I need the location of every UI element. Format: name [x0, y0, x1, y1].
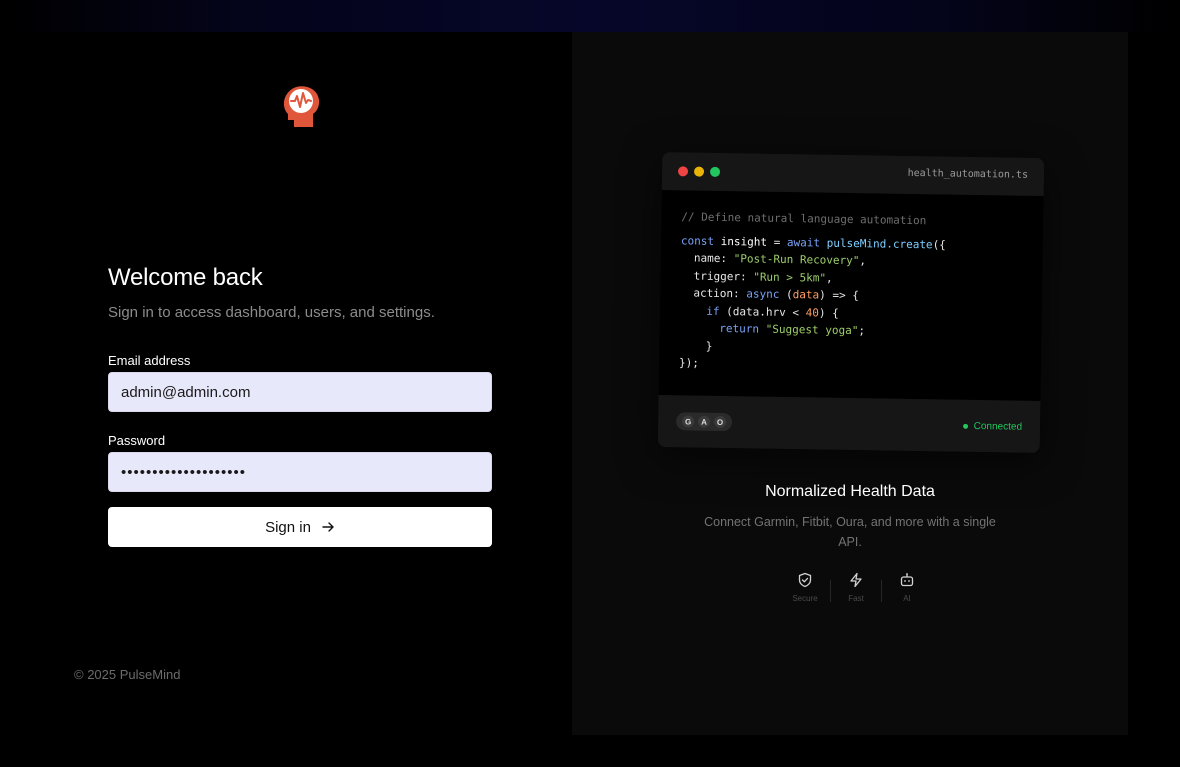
feature-label: Fast [848, 594, 864, 603]
window-maximize-dot [709, 166, 721, 177]
email-field[interactable] [108, 372, 492, 412]
code-card-header: health_automation.ts [661, 152, 1045, 197]
copyright-text: © 2025 PulseMind [74, 667, 181, 682]
code-filename: health_automation.ts [907, 167, 1029, 181]
code-preview-card: health_automation.ts // Define natural l… [657, 152, 1045, 453]
showcase-description: Connect Garmin, Fitbit, Oura, and more w… [704, 515, 996, 549]
lightning-icon [850, 572, 862, 588]
page-title: Welcome back [108, 264, 263, 291]
password-field[interactable] [108, 452, 492, 492]
top-gradient-bar [0, 0, 1180, 32]
email-label: Email address [108, 353, 191, 368]
feature-ai: AI [882, 572, 932, 603]
showcase-panel: health_automation.ts // Define natural l… [572, 32, 1128, 735]
status-dot-icon [962, 423, 968, 429]
bot-icon [900, 573, 914, 587]
connection-status: Connected [962, 420, 1023, 433]
arrow-right-icon [322, 522, 334, 532]
login-panel: Welcome back Sign in to access dashboard… [0, 32, 572, 735]
feature-label: AI [903, 594, 911, 603]
status-label: Connected [973, 420, 1023, 433]
password-label: Password [108, 433, 166, 448]
avatar: O [714, 415, 727, 429]
feature-label: Secure [792, 594, 818, 603]
code-snippet: // Define natural language automation con… [658, 190, 1044, 401]
integration-avatars: G A O [675, 412, 733, 432]
window-close-dot [677, 166, 689, 177]
feature-secure: Secure [780, 572, 830, 603]
code-card-footer: G A O Connected [657, 394, 1041, 453]
window-minimize-dot [693, 166, 705, 177]
shield-check-icon [798, 572, 812, 588]
sign-in-button[interactable]: Sign in [108, 507, 492, 547]
showcase-title: Normalized Health Data [765, 483, 935, 500]
pulsemind-logo-icon [283, 86, 320, 127]
code-comment: // Define natural language automation [681, 210, 927, 228]
avatar: G [682, 415, 695, 428]
feature-fast: Fast [831, 572, 881, 603]
sign-in-label: Sign in [265, 518, 311, 536]
feature-list: Secure Fast AI [780, 572, 932, 603]
avatar: A [698, 415, 711, 428]
page-subtitle: Sign in to access dashboard, users, and … [108, 304, 435, 321]
